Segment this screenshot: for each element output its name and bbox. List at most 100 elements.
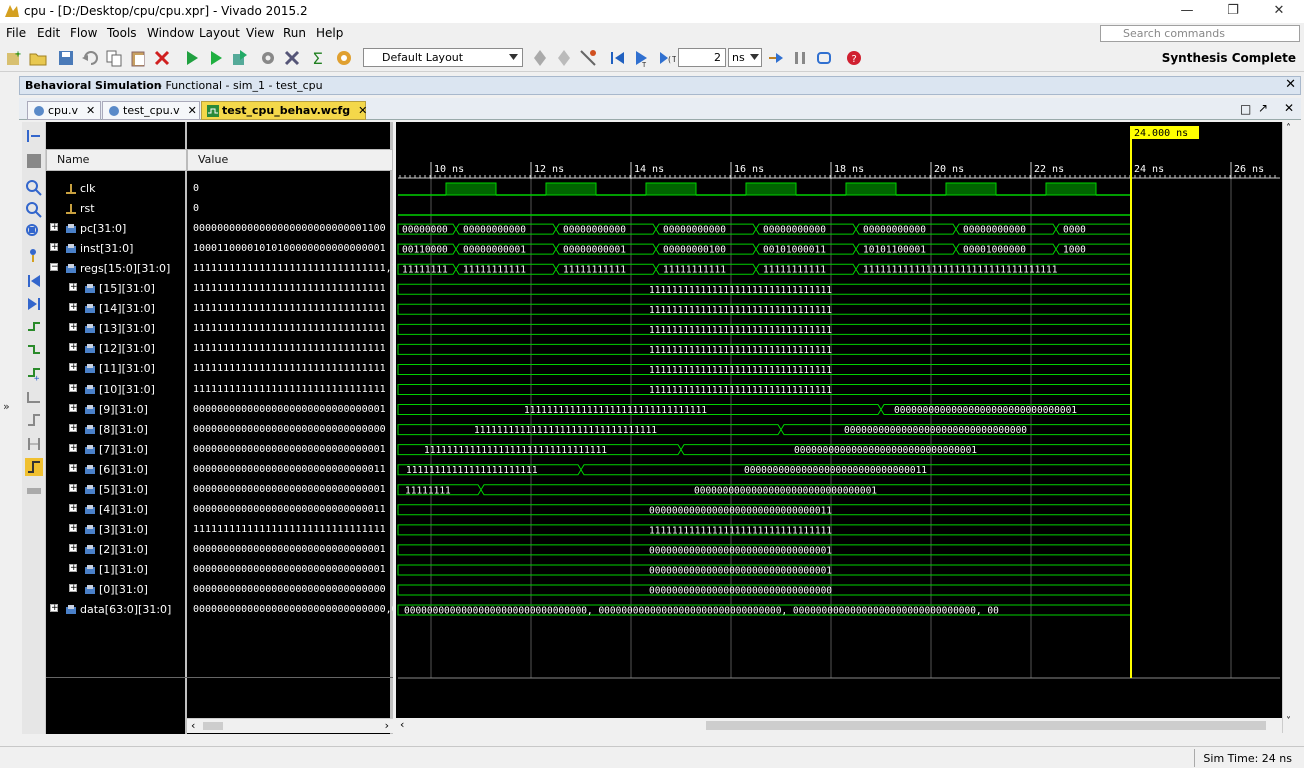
goto-cursor-icon[interactable] bbox=[25, 246, 43, 264]
expand-icon[interactable]: + bbox=[69, 504, 78, 513]
expand-icon[interactable]: + bbox=[69, 283, 78, 292]
zoom-fit-icon[interactable] bbox=[25, 127, 43, 145]
settings-icon[interactable] bbox=[258, 48, 278, 68]
expand-icon[interactable]: + bbox=[69, 363, 78, 372]
signal-name[interactable]: [10][31:0] bbox=[99, 383, 155, 396]
value-scrollbar[interactable]: ‹ › bbox=[187, 718, 393, 733]
expand-icon[interactable]: + bbox=[69, 343, 78, 352]
search-input[interactable]: Search commands bbox=[1100, 25, 1300, 42]
menu-help[interactable]: Help bbox=[316, 26, 343, 40]
scroll-right-icon[interactable]: › bbox=[385, 719, 389, 732]
close-tab-icon[interactable]: ✕ bbox=[188, 104, 197, 117]
probe-icon[interactable] bbox=[578, 48, 598, 68]
layout-select[interactable]: Default Layout bbox=[363, 48, 523, 67]
ip-catalog-icon[interactable] bbox=[334, 48, 354, 68]
scroll-thumb[interactable] bbox=[203, 722, 223, 730]
restore-icon[interactable]: □ bbox=[1240, 102, 1251, 116]
undo-icon[interactable] bbox=[80, 48, 100, 68]
program-device-icon[interactable] bbox=[230, 48, 250, 68]
signal-name[interactable]: [3][31:0] bbox=[99, 523, 148, 536]
expand-icon[interactable]: + bbox=[69, 303, 78, 312]
run-for-time-icon[interactable]: (T) bbox=[656, 48, 676, 68]
name-column-header[interactable]: Name bbox=[46, 149, 187, 171]
signal-name[interactable]: [2][31:0] bbox=[99, 543, 148, 556]
minimize-icon[interactable]: — bbox=[1164, 0, 1210, 23]
signal-name[interactable]: [4][31:0] bbox=[99, 503, 148, 516]
next-transition-icon[interactable] bbox=[25, 341, 43, 359]
close-panel-icon[interactable]: ✕ bbox=[1285, 77, 1296, 92]
copy-icon[interactable] bbox=[104, 48, 124, 68]
expand-icon[interactable]: + bbox=[69, 444, 78, 453]
goto-start-icon[interactable] bbox=[25, 272, 43, 290]
expand-sidebar-icon[interactable]: » bbox=[3, 400, 10, 413]
expand-icon[interactable]: + bbox=[69, 384, 78, 393]
collapse-icon[interactable]: − bbox=[50, 263, 59, 272]
expand-icon[interactable]: + bbox=[69, 584, 78, 593]
expand-icon[interactable]: + bbox=[69, 424, 78, 433]
waveform-vertical-scrollbar[interactable]: ˄ ˅ bbox=[1282, 122, 1298, 733]
waveform-canvas[interactable]: 10 ns 12 ns 14 ns 16 ns 18 ns 20 ns 22 ns 24 ns… bbox=[396, 122, 1282, 718]
paste-icon[interactable] bbox=[128, 48, 148, 68]
prev-transition-icon[interactable] bbox=[25, 318, 43, 336]
pin-icon[interactable] bbox=[530, 48, 550, 68]
expand-icon[interactable]: + bbox=[69, 404, 78, 413]
close-tab-icon[interactable]: ✕ bbox=[86, 104, 95, 117]
signal-name[interactable]: inst[31:0] bbox=[80, 242, 133, 255]
next-marker-icon[interactable] bbox=[25, 411, 43, 429]
prev-marker-icon[interactable] bbox=[25, 388, 43, 406]
signal-name[interactable]: [5][31:0] bbox=[99, 483, 148, 496]
scroll-up-icon[interactable]: ˄ bbox=[1286, 123, 1291, 134]
waveform-viewer[interactable]: 10 ns 12 ns 14 ns 16 ns 18 ns 20 ns 22 ns 24 ns… bbox=[396, 122, 1282, 718]
expand-icon[interactable]: + bbox=[69, 484, 78, 493]
signal-name[interactable]: [0][31:0] bbox=[99, 583, 148, 596]
snap-to-transition-icon[interactable] bbox=[25, 458, 43, 476]
signal-name[interactable]: clk bbox=[80, 182, 95, 195]
delete-icon[interactable] bbox=[152, 48, 172, 68]
run-implementation-icon[interactable] bbox=[182, 48, 202, 68]
save-icon[interactable] bbox=[56, 48, 76, 68]
relaunch-icon[interactable] bbox=[814, 48, 834, 68]
float-icon[interactable]: ↗ bbox=[1258, 101, 1268, 115]
close-icon[interactable]: ✕ bbox=[1256, 0, 1302, 23]
menu-run[interactable]: Run bbox=[283, 26, 306, 40]
expand-icon[interactable]: + bbox=[50, 243, 59, 252]
menu-view[interactable]: View bbox=[246, 26, 274, 40]
scroll-down-icon[interactable]: ˅ bbox=[1286, 716, 1291, 727]
signal-name[interactable]: [1][31:0] bbox=[99, 563, 148, 576]
expand-icon[interactable]: + bbox=[50, 223, 59, 232]
expand-icon[interactable]: + bbox=[69, 524, 78, 533]
add-sources-icon[interactable]: + bbox=[4, 48, 24, 68]
step-icon[interactable] bbox=[766, 48, 786, 68]
signal-name[interactable]: [12][31:0] bbox=[99, 342, 155, 355]
route-icon[interactable] bbox=[554, 48, 574, 68]
run-time-input[interactable]: 2 bbox=[678, 48, 726, 67]
floating-ruler-icon[interactable] bbox=[25, 482, 43, 500]
signal-name[interactable]: [8][31:0] bbox=[99, 423, 148, 436]
expand-icon[interactable]: + bbox=[69, 544, 78, 553]
sigma-report-icon[interactable]: Σ bbox=[310, 48, 330, 68]
signal-name[interactable]: [6][31:0] bbox=[99, 463, 148, 476]
menu-window[interactable]: Window bbox=[147, 26, 194, 40]
close-tab-icon[interactable]: ✕ bbox=[358, 104, 367, 117]
zoom-out-icon[interactable] bbox=[25, 201, 43, 219]
expand-icon[interactable]: + bbox=[69, 323, 78, 332]
add-marker-icon[interactable]: + bbox=[25, 364, 43, 382]
signal-name[interactable]: pc[31:0] bbox=[80, 222, 126, 235]
goto-end-icon[interactable] bbox=[25, 295, 43, 313]
save-wave-icon[interactable] bbox=[25, 152, 43, 170]
signal-name[interactable]: [14][31:0] bbox=[99, 302, 155, 315]
break-icon[interactable] bbox=[790, 48, 810, 68]
signal-name[interactable]: [15][31:0] bbox=[99, 282, 155, 295]
restart-icon[interactable] bbox=[608, 48, 628, 68]
waveform-horizontal-scrollbar[interactable]: ‹ bbox=[396, 718, 1282, 733]
open-project-icon[interactable] bbox=[28, 48, 48, 68]
help-icon[interactable]: ? bbox=[844, 48, 864, 68]
signal-name[interactable]: [9][31:0] bbox=[99, 403, 148, 416]
value-column-header[interactable]: Value bbox=[187, 149, 393, 171]
scroll-left-icon[interactable]: ‹ bbox=[400, 718, 404, 731]
signal-name[interactable]: regs[15:0][31:0] bbox=[80, 262, 170, 275]
zoom-full-icon[interactable] bbox=[25, 223, 43, 241]
tools-icon[interactable] bbox=[282, 48, 302, 68]
menu-tools[interactable]: Tools bbox=[107, 26, 137, 40]
menu-edit[interactable]: Edit bbox=[37, 26, 60, 40]
